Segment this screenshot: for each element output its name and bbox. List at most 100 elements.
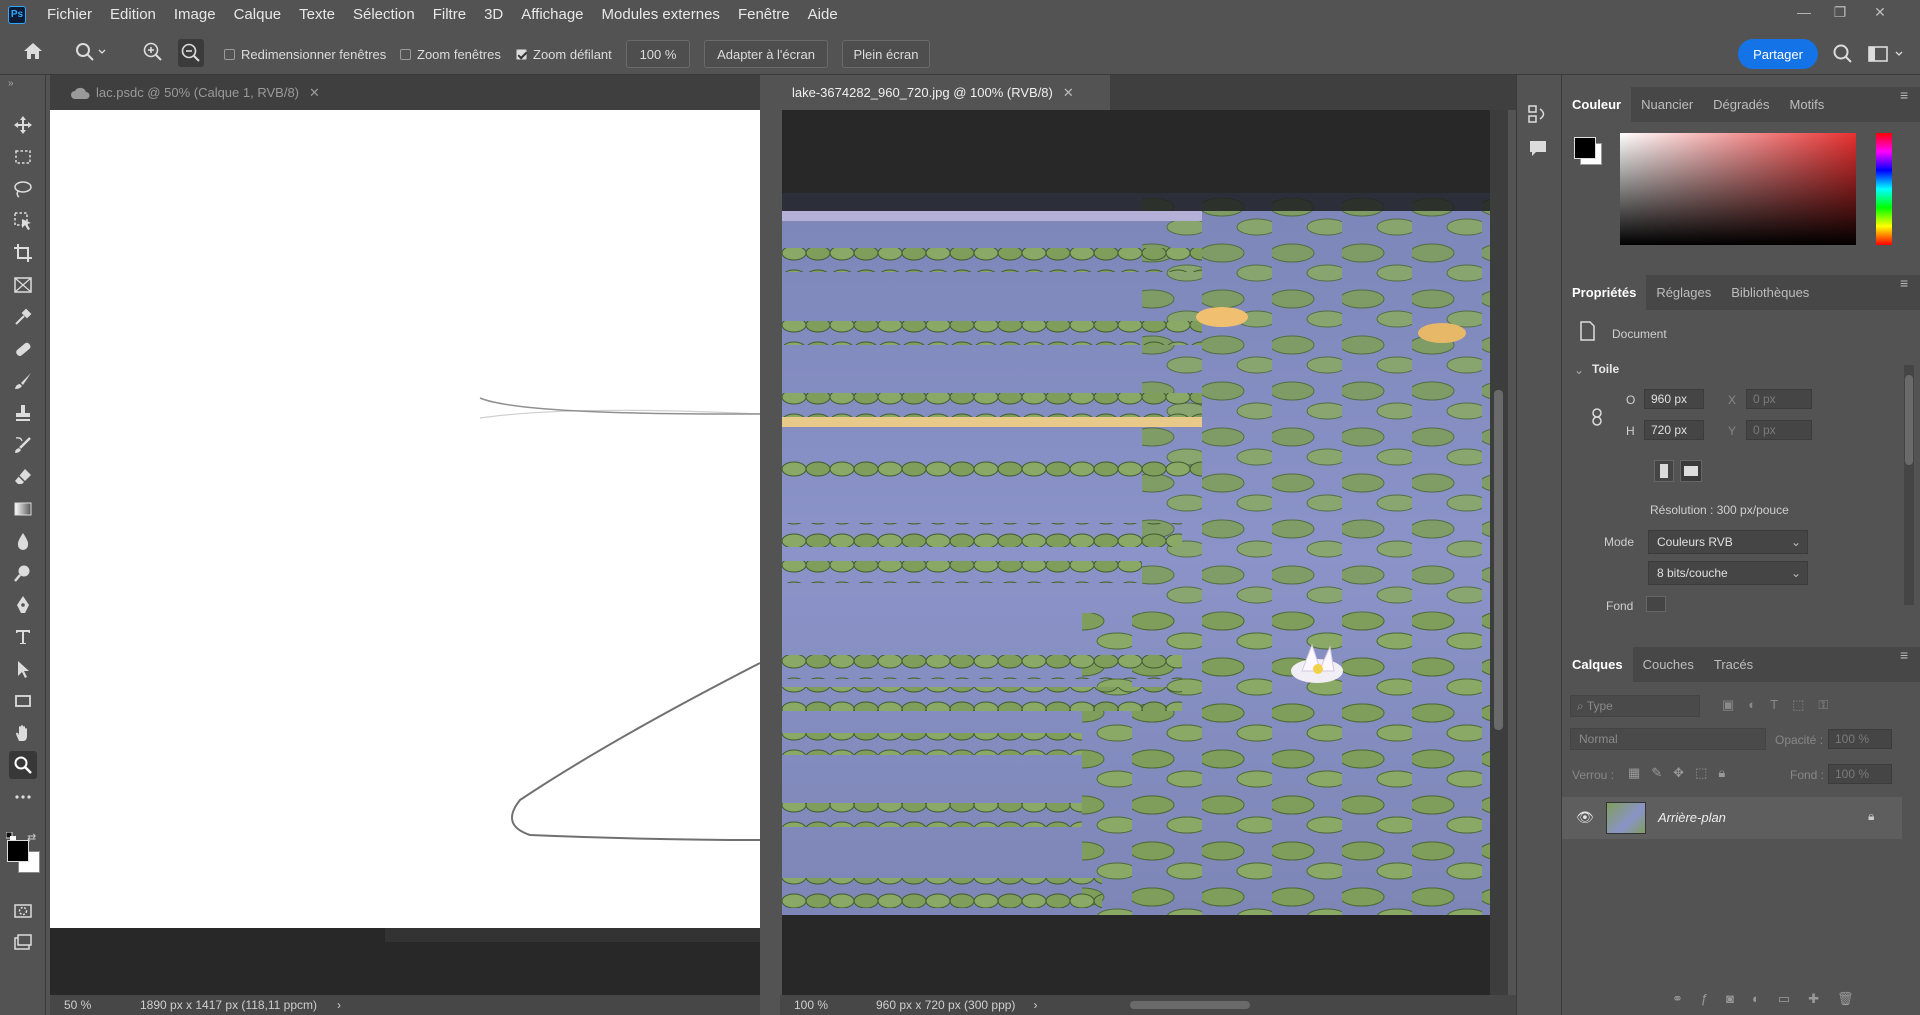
rectangle-tool-icon[interactable] [9, 687, 37, 715]
menu-selection[interactable]: Sélection [344, 0, 424, 29]
quick-mask-icon[interactable] [9, 897, 37, 925]
eraser-tool-icon[interactable] [9, 463, 37, 491]
scrubby-zoom-checkbox[interactable]: Zoom défilant [516, 47, 612, 62]
menu-calque[interactable]: Calque [225, 0, 291, 29]
search-icon[interactable] [1832, 43, 1854, 65]
gradient-tool-icon[interactable] [9, 495, 37, 523]
healing-brush-tool-icon[interactable] [9, 335, 37, 363]
lock-icons[interactable]: ▦✎✥⬚🔒︎ [1628, 765, 1748, 783]
color-fg-swatch[interactable] [1574, 137, 1596, 159]
split-divider[interactable] [760, 75, 780, 1015]
right-status-arrow[interactable]: › [1033, 998, 1037, 1012]
panel-menu-icon[interactable]: ≡ [1900, 647, 1908, 663]
tab-proprietes[interactable]: Propriétés [1562, 275, 1647, 310]
right-zoom-readout[interactable]: 100 % [794, 998, 864, 1012]
collapse-panel-icon[interactable]: » [8, 78, 14, 89]
close-tab-icon[interactable]: ✕ [1063, 85, 1074, 101]
menu-fenetre[interactable]: Fenêtre [729, 0, 799, 29]
screen-mode-icon[interactable] [9, 929, 37, 957]
object-selection-tool-icon[interactable] [9, 207, 37, 235]
eyedropper-tool-icon[interactable] [9, 303, 37, 331]
menu-edition[interactable]: Edition [101, 0, 165, 29]
menu-image[interactable]: Image [165, 0, 225, 29]
scroll-thumb[interactable] [1494, 390, 1503, 730]
tab-bibliotheques[interactable]: Bibliothèques [1721, 275, 1819, 310]
zoom-windows-checkbox[interactable]: Zoom fenêtres [400, 47, 501, 62]
crop-tool-icon[interactable] [9, 239, 37, 267]
left-document-canvas[interactable] [50, 110, 761, 928]
tab-calques[interactable]: Calques [1562, 647, 1633, 682]
zoom-value-field[interactable]: 100 % [626, 40, 690, 68]
right-canvas-area[interactable] [782, 110, 1500, 995]
menu-affichage[interactable]: Affichage [512, 0, 592, 29]
color-picker-field[interactable] [1620, 133, 1856, 245]
type-tool-icon[interactable] [9, 623, 37, 651]
bit-depth-select[interactable]: 8 bits/couche ⌄ [1648, 561, 1808, 585]
left-status-arrow[interactable]: › [337, 998, 341, 1012]
path-selection-tool-icon[interactable] [9, 655, 37, 683]
workspace-icon[interactable] [1868, 44, 1908, 64]
full-screen-button[interactable]: Plein écran [842, 40, 930, 68]
menu-modules-externes[interactable]: Modules externes [593, 0, 729, 29]
lake-photo[interactable] [782, 193, 1490, 915]
layer-row[interactable]: 👁︎ Arrière-plan 🔒︎ [1562, 797, 1902, 839]
share-button[interactable]: Partager [1738, 39, 1818, 69]
canvas-height-field[interactable]: 720 px [1644, 420, 1704, 440]
portrait-orientation-icon[interactable] [1654, 460, 1674, 482]
blend-mode-select[interactable]: Normal [1570, 728, 1766, 750]
marquee-tool-icon[interactable] [9, 143, 37, 171]
tab-lake-jpg[interactable]: lake-3674282_960_720.jpg @ 100% (RVB/8) … [780, 75, 1110, 110]
canvas-y-field[interactable]: 0 px [1746, 420, 1812, 440]
restore-icon[interactable]: ❐ [1828, 4, 1852, 24]
panel-menu-icon[interactable]: ≡ [1900, 87, 1908, 103]
layer-filter-input[interactable]: ⌕ Type [1570, 695, 1700, 717]
hand-tool-icon[interactable] [9, 719, 37, 747]
lasso-tool-icon[interactable] [9, 175, 37, 203]
menu-fichier[interactable]: Fichier [38, 0, 101, 29]
fill-field[interactable]: 100 % [1828, 764, 1892, 784]
more-tools-icon[interactable] [9, 783, 37, 811]
toile-chevron-icon[interactable]: ⌄ [1574, 363, 1584, 377]
zoom-in-icon[interactable] [142, 41, 166, 65]
toile-section-title[interactable]: Toile [1592, 362, 1619, 376]
visibility-eye-icon[interactable]: 👁︎ [1576, 809, 1594, 826]
tab-traces[interactable]: Tracés [1704, 647, 1763, 682]
left-zoom-readout[interactable]: 50 % [64, 998, 124, 1012]
minimize-icon[interactable]: — [1792, 4, 1816, 24]
menu-texte[interactable]: Texte [290, 0, 344, 29]
home-icon[interactable] [22, 41, 48, 65]
color-mode-select[interactable]: Couleurs RVB ⌄ [1648, 530, 1808, 554]
tab-couleur[interactable]: Couleur [1562, 87, 1632, 122]
foreground-color-swatch[interactable] [7, 840, 29, 862]
tab-motifs[interactable]: Motifs [1780, 87, 1835, 122]
history-brush-tool-icon[interactable] [9, 431, 37, 459]
pen-tool-icon[interactable] [9, 591, 37, 619]
layer-filter-icons[interactable]: ▣◐T⬚⚿ [1722, 697, 1912, 715]
brush-tool-icon[interactable] [9, 367, 37, 395]
canvas-width-field[interactable]: 960 px [1644, 389, 1704, 409]
opacity-field[interactable]: 100 % [1828, 729, 1892, 749]
background-fill-swatch[interactable] [1646, 596, 1666, 612]
dodge-tool-icon[interactable] [9, 559, 37, 587]
tab-nuancier[interactable]: Nuancier [1631, 87, 1703, 122]
move-tool-icon[interactable] [9, 111, 37, 139]
tab-degrades[interactable]: Dégradés [1703, 87, 1779, 122]
horizontal-scroll-thumb[interactable] [1130, 1001, 1250, 1009]
comments-panel-icon[interactable] [1527, 137, 1551, 161]
right-vertical-scrollbar[interactable] [1490, 110, 1508, 995]
history-panel-icon[interactable] [1527, 103, 1551, 127]
tab-couches[interactable]: Couches [1633, 647, 1704, 682]
menu-3d[interactable]: 3D [475, 0, 512, 29]
zoom-tool-preset-icon[interactable] [74, 41, 108, 65]
landscape-orientation-icon[interactable] [1680, 460, 1702, 482]
link-icon[interactable] [1590, 407, 1606, 427]
blur-tool-icon[interactable] [9, 527, 37, 555]
zoom-tool-icon[interactable] [9, 751, 37, 779]
resize-windows-checkbox[interactable]: Redimensionner fenêtres [224, 47, 386, 62]
frame-tool-icon[interactable] [9, 271, 37, 299]
left-canvas-area[interactable] [50, 110, 761, 995]
tab-lac-psdc[interactable]: lac.psdc @ 50% (Calque 1, RVB/8) ✕ [58, 75, 332, 110]
zoom-out-icon[interactable] [178, 39, 204, 67]
tab-reglages[interactable]: Réglages [1646, 275, 1721, 310]
close-icon[interactable]: ✕ [1868, 4, 1892, 24]
